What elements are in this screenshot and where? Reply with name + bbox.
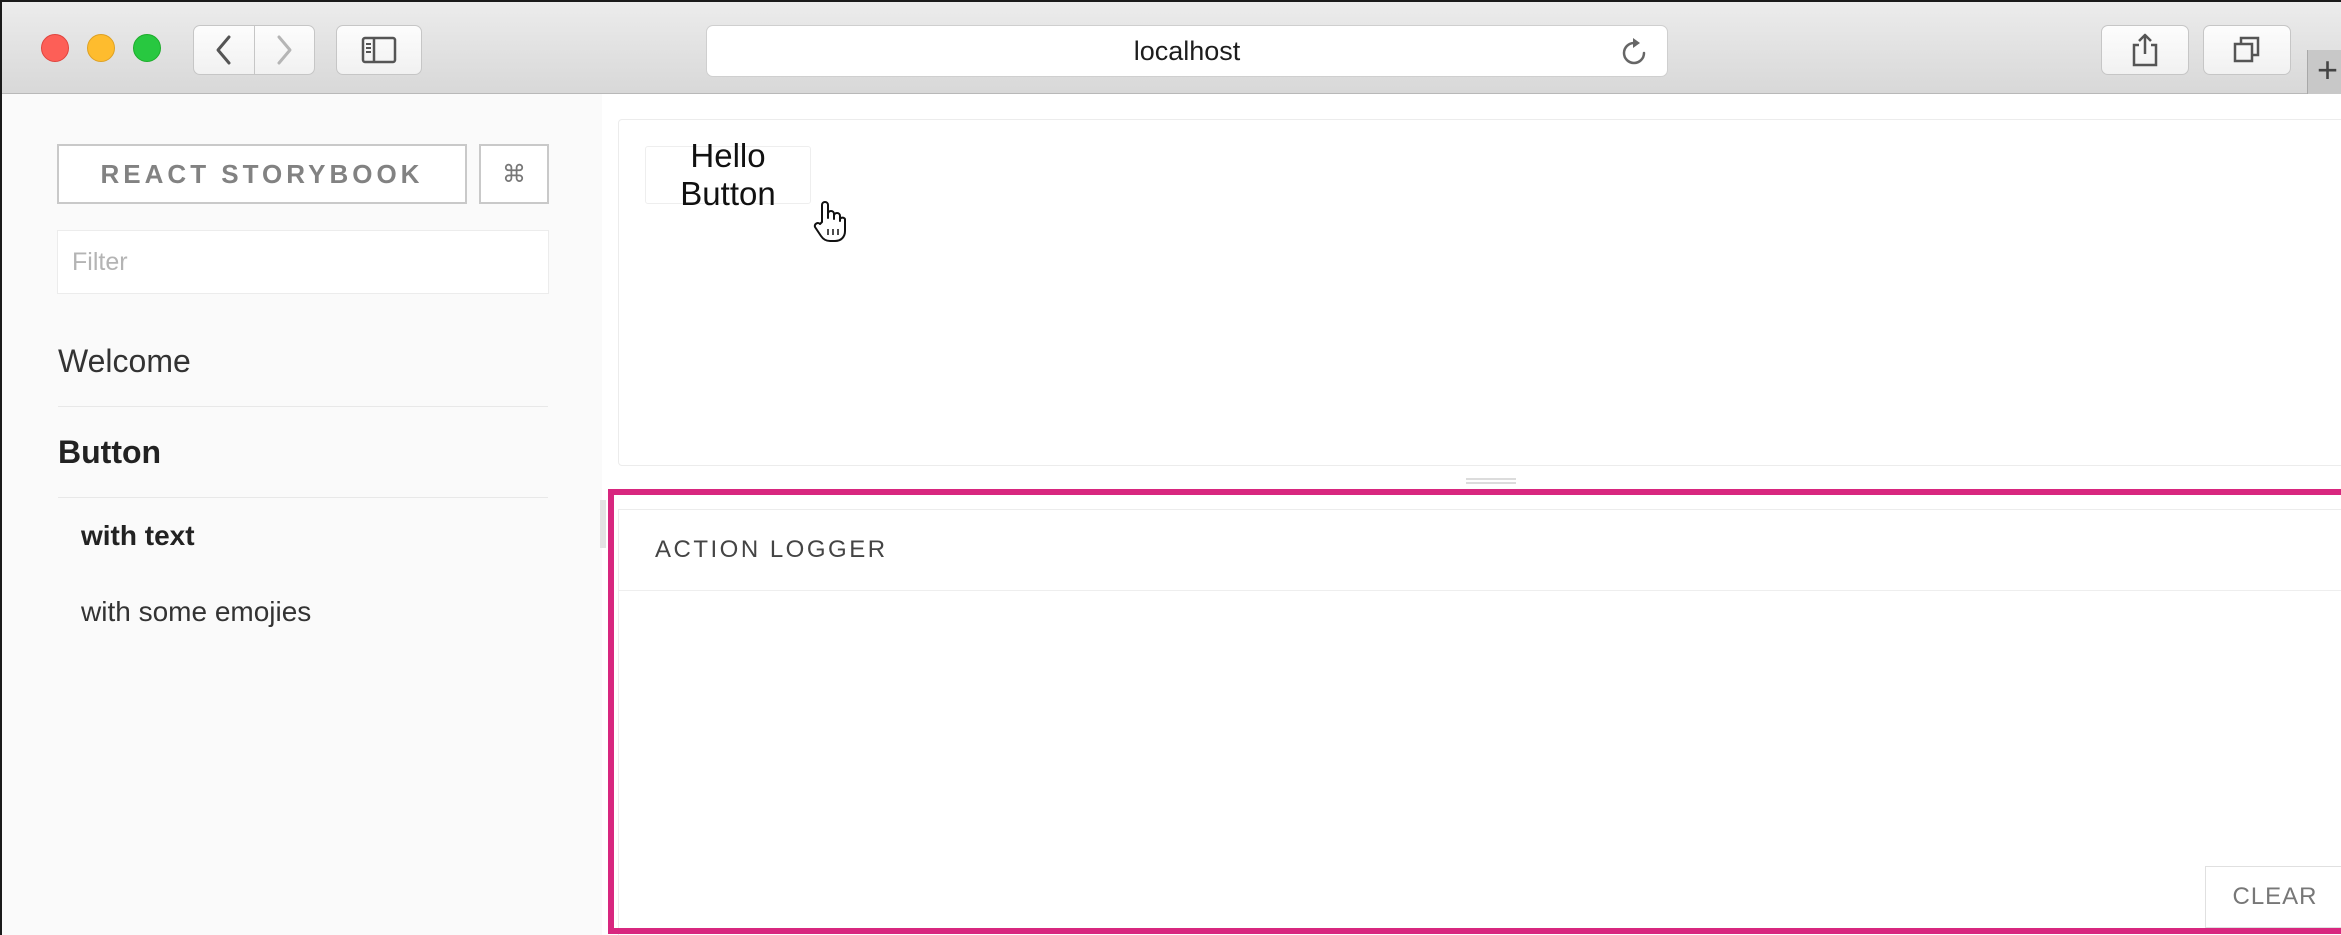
story-with-text[interactable]: with text bbox=[81, 520, 195, 552]
action-logger-panel: ACTION LOGGER CLEAR bbox=[618, 509, 2341, 935]
share-icon bbox=[2132, 33, 2158, 67]
address-bar[interactable]: localhost bbox=[706, 25, 1668, 77]
panel-resize-handle[interactable] bbox=[1466, 478, 1516, 484]
action-logger-divider bbox=[619, 590, 2341, 591]
sidebar-toggle-button[interactable] bbox=[336, 25, 422, 75]
back-button[interactable] bbox=[194, 26, 254, 74]
minimize-window-button[interactable] bbox=[87, 34, 115, 62]
clear-button[interactable]: CLEAR bbox=[2205, 866, 2341, 928]
reload-icon[interactable] bbox=[1619, 36, 1649, 68]
tabs-overview-button[interactable] bbox=[2203, 25, 2291, 75]
kind-divider bbox=[58, 406, 548, 407]
new-tab-button[interactable]: + bbox=[2307, 50, 2341, 94]
address-url: localhost bbox=[1133, 35, 1241, 66]
history-nav bbox=[193, 25, 315, 75]
close-window-button[interactable] bbox=[41, 34, 69, 62]
kind-button[interactable]: Button bbox=[58, 434, 548, 471]
zoom-window-button[interactable] bbox=[133, 34, 161, 62]
action-logger-title: ACTION LOGGER bbox=[655, 536, 888, 563]
sidebar-icon bbox=[361, 36, 397, 64]
keyboard-shortcuts-button[interactable]: ⌘ bbox=[479, 144, 549, 204]
chevron-left-icon bbox=[216, 35, 231, 65]
kind-divider bbox=[58, 497, 548, 498]
hand-cursor-icon bbox=[813, 201, 846, 242]
chevron-right-icon bbox=[277, 35, 292, 65]
storybook-sidebar: REACT STORYBOOK ⌘ Welcome Button with te… bbox=[2, 94, 602, 935]
storybook-brand-button[interactable]: REACT STORYBOOK bbox=[57, 144, 467, 204]
forward-button[interactable] bbox=[253, 26, 315, 74]
tabs-icon bbox=[2233, 36, 2260, 63]
story-preview: Hello Button bbox=[618, 119, 2341, 466]
story-with-some-emojies[interactable]: with some emojies bbox=[81, 596, 311, 628]
hello-button[interactable]: Hello Button bbox=[645, 137, 811, 212]
sidebar-resize-handle[interactable] bbox=[600, 500, 606, 548]
story-filter-input[interactable] bbox=[57, 230, 549, 294]
kind-welcome[interactable]: Welcome bbox=[58, 343, 548, 380]
browser-toolbar: localhost + bbox=[2, 2, 2341, 94]
browser-window: localhost + REACT STORYBOOK ⌘ Welco bbox=[0, 0, 2341, 935]
share-button[interactable] bbox=[2101, 25, 2189, 75]
